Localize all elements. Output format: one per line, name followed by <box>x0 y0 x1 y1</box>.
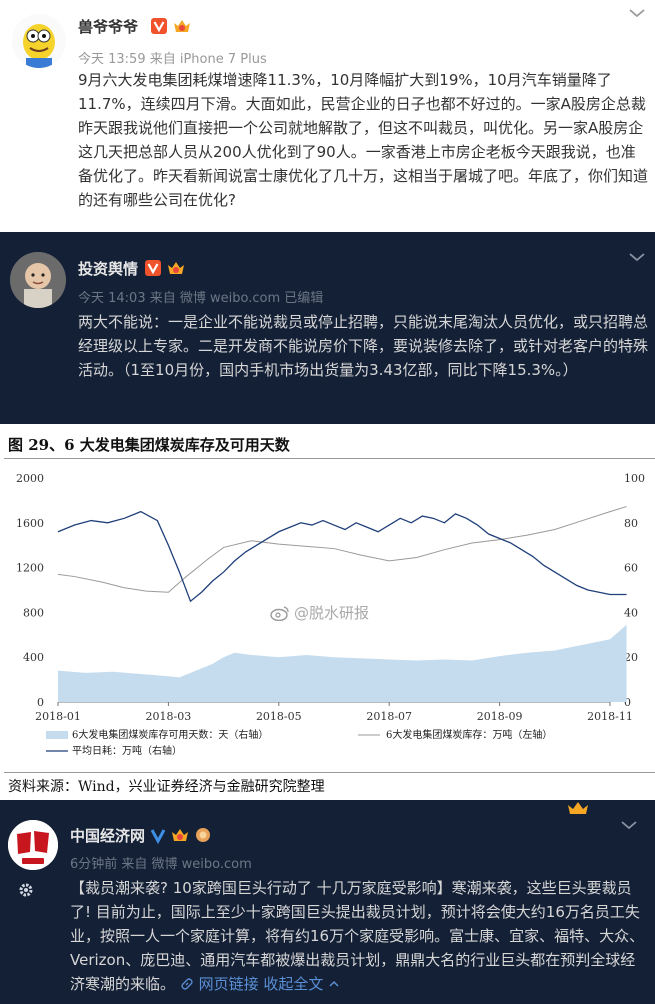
watermark-text: @脱水研报 <box>294 604 370 622</box>
weibo-logo-icon <box>270 605 289 621</box>
avatar[interactable] <box>8 820 58 870</box>
verified-v-icon <box>150 829 166 844</box>
x-tick-label: 2018-01 <box>35 710 81 723</box>
web-link-label: 网页链接 <box>198 975 259 993</box>
avatar-image <box>12 14 66 68</box>
post-meta: 今天 14:03 来自 微博 weibo.com 已编辑 <box>78 291 324 306</box>
member-crown-icon <box>172 829 188 841</box>
chevron-up-icon <box>329 980 339 987</box>
x-tick-label: 2018-05 <box>256 710 302 723</box>
weibo-post-2: 投资舆情 今天 14:03 来自 微博 weibo.com 已编辑 两大不能说：… <box>0 232 655 424</box>
x-tick-label: 2018-09 <box>477 710 523 723</box>
link-icon <box>181 978 193 990</box>
legend-label-available-days: 6大发电集团煤炭库存可用天数：天（右轴） <box>72 728 268 741</box>
avatar-image <box>10 252 66 308</box>
post-body: 9月六大发电集团耗煤增速降11.3%，10月降幅扩大到19%，10月汽车销量降了… <box>78 71 649 209</box>
member-crown-icon <box>168 262 184 274</box>
x-tick-label: 2018-11 <box>587 710 633 723</box>
username[interactable]: 兽爷爷爷 <box>78 16 138 37</box>
post-meta: 今天 13:59 来自 iPhone 7 Plus <box>78 52 267 67</box>
weibo-post-3: 中国经济网 6分钟前 来自 微博 weibo.com 【裁员潮来袭? 10家跨国… <box>0 800 655 1004</box>
post-body: 【裁员潮来袭? 10家跨国巨头行动了 十几万家庭受影响】寒潮来袭，这些巨头要裁员… <box>70 876 648 996</box>
collapse-label: 收起全文 <box>263 975 324 993</box>
figure-top-rule <box>4 458 655 459</box>
post-body: 两大不能说：一是企业不能说裁员或停止招聘，只能说末尾淘汰人员优化，或只招聘总经理… <box>78 313 649 379</box>
crown-decoration-icon <box>568 802 588 814</box>
watermark: @脱水研报 <box>270 602 369 623</box>
chevron-down-icon[interactable] <box>627 6 647 20</box>
weibo-post-1: 兽爷爷爷 今天 13:59 来自 iPhone 7 Plus 9月六大发电集团耗… <box>0 0 655 232</box>
legend-swatch-area <box>46 731 68 739</box>
web-link[interactable]: 网页链接 <box>180 975 264 993</box>
y-left-tick-label: 2000 <box>16 472 44 485</box>
series-line-daily-consumption <box>57 510 627 603</box>
user-badges <box>150 17 192 35</box>
y-left-tick-label: 1200 <box>16 562 44 575</box>
verified-v-icon <box>145 260 161 276</box>
chevron-down-icon[interactable] <box>619 818 639 832</box>
y-left-tick-label: 800 <box>23 606 44 619</box>
y-right-tick-label: 80 <box>624 517 638 530</box>
legend-label-coal-stock: 6大发电集团煤炭库存：万吨（左轴） <box>386 728 552 741</box>
y-left-tick-label: 400 <box>23 651 44 664</box>
collapse-text-button[interactable]: 收起全文 <box>263 975 340 993</box>
avatar-image <box>8 820 58 870</box>
x-tick-label: 2018-03 <box>146 710 192 723</box>
medal-icon <box>196 828 210 842</box>
avatar[interactable] <box>10 252 66 308</box>
username[interactable]: 投资舆情 <box>78 258 138 279</box>
series-area-available-days <box>58 624 627 702</box>
y-right-tick-label: 100 <box>624 472 645 485</box>
avatar[interactable] <box>12 14 66 68</box>
x-tick-label: 2018-07 <box>366 710 412 723</box>
user-badges <box>144 259 186 277</box>
y-left-tick-label: 0 <box>37 696 44 709</box>
embedded-chart-figure: 图 29、6 大发电集团煤炭库存及可用天数 0 400 800 1200 1600 200… <box>0 424 655 800</box>
post-body-text: 【裁员潮来袭? 10家跨国巨头行动了 十几万家庭受影响】寒潮来袭，这些巨头要裁员… <box>70 879 645 993</box>
member-crown-icon <box>174 20 190 32</box>
username[interactable]: 中国经济网 <box>70 825 145 846</box>
figure-title: 图 29、6 大发电集团煤炭库存及可用天数 <box>8 436 290 454</box>
y-right-tick-label: 60 <box>624 562 638 575</box>
y-right-tick-label: 40 <box>624 606 638 619</box>
figure-bottom-rule <box>4 772 655 773</box>
verified-v-icon <box>151 18 167 34</box>
gear-icon[interactable] <box>18 882 34 898</box>
chevron-down-icon[interactable] <box>627 250 647 264</box>
legend-label-daily-consumption: 平均日耗：万吨（右轴） <box>72 744 182 757</box>
post-meta: 6分钟前 来自 微博 weibo.com <box>70 857 252 872</box>
y-left-tick-label: 1600 <box>16 517 44 530</box>
figure-source: 资料来源：Wind，兴业证券经济与金融研究院整理 <box>8 779 325 795</box>
series-line-coal-stock <box>57 506 627 593</box>
user-badges <box>150 826 212 844</box>
